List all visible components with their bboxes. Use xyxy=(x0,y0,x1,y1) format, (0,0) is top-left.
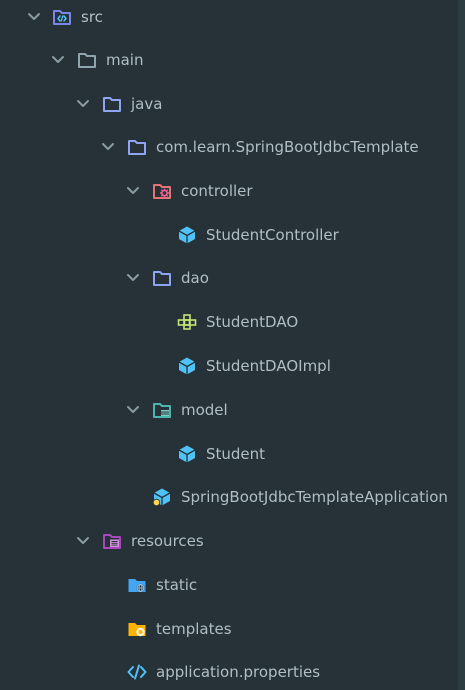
project-tree-panel: src main java com.learn.SpringBootJdbcTe… xyxy=(0,0,465,690)
folder-icon xyxy=(103,97,121,112)
chevron-down-icon[interactable] xyxy=(48,50,68,70)
tree-item-label: templates xyxy=(156,620,232,638)
folder-icon xyxy=(128,140,146,155)
source-folder-icon xyxy=(53,10,71,25)
tree-item-label: com.learn.SpringBootJdbcTemplate xyxy=(156,138,419,156)
tree-item-label: java xyxy=(131,95,163,113)
tree-item-label: StudentController xyxy=(206,226,339,244)
tree-item-label: dao xyxy=(181,269,209,287)
tree-item-label: SpringBootJdbcTemplateApplication xyxy=(181,488,448,506)
tree-item-resources[interactable]: resources xyxy=(0,526,458,556)
scrollbar[interactable] xyxy=(458,0,465,690)
tree-item-package[interactable]: com.learn.SpringBootJdbcTemplate xyxy=(0,132,458,162)
class-icon xyxy=(178,226,196,244)
interface-icon xyxy=(177,314,197,330)
chevron-down-icon[interactable] xyxy=(123,400,143,420)
tree-item-label: StudentDAOImpl xyxy=(206,357,331,375)
tree-item-student[interactable]: Student xyxy=(0,439,458,469)
tree-item-static[interactable]: static xyxy=(0,570,458,600)
tree-item-label: Student xyxy=(206,445,266,463)
controller-folder-icon xyxy=(153,184,171,199)
tree-item-templates[interactable]: templates xyxy=(0,614,458,644)
tree-item-label: StudentDAO xyxy=(206,313,299,331)
tree-item-controller[interactable]: controller xyxy=(0,176,458,206)
folder-icon xyxy=(153,271,171,286)
tree-item-label: src xyxy=(81,8,103,26)
class-icon xyxy=(178,357,196,375)
tree-item-label: main xyxy=(106,51,144,69)
tree-item-java[interactable]: java xyxy=(0,89,458,119)
tree-item-label: model xyxy=(181,401,228,419)
folder-icon xyxy=(78,53,96,68)
tree-item-student-dao-impl[interactable]: StudentDAOImpl xyxy=(0,351,458,381)
resources-folder-icon xyxy=(103,534,121,549)
tree-item-main[interactable]: main xyxy=(0,45,458,75)
chevron-down-icon[interactable] xyxy=(73,94,93,114)
tree-item-student-controller[interactable]: StudentController xyxy=(0,220,458,250)
tree-item-application-properties[interactable]: application.properties xyxy=(0,657,458,687)
chevron-down-icon[interactable] xyxy=(123,268,143,288)
tree-item-src[interactable]: src xyxy=(0,2,458,32)
chevron-down-icon[interactable] xyxy=(24,7,44,27)
tree-item-application[interactable]: SpringBootJdbcTemplateApplication xyxy=(0,482,458,512)
class-icon xyxy=(178,445,196,463)
code-file-icon xyxy=(127,664,147,680)
tree-item-student-dao[interactable]: StudentDAO xyxy=(0,307,458,337)
tree-item-label: static xyxy=(156,576,198,594)
chevron-down-icon[interactable] xyxy=(98,137,118,157)
tree-item-label: controller xyxy=(181,182,253,200)
model-folder-icon xyxy=(153,403,171,418)
tree-item-model[interactable]: model xyxy=(0,395,458,425)
spring-boot-class-icon xyxy=(152,488,171,507)
tree-item-dao[interactable]: dao xyxy=(0,263,458,293)
tree-item-label: application.properties xyxy=(156,663,321,681)
chevron-down-icon[interactable] xyxy=(123,181,143,201)
static-folder-icon xyxy=(128,579,146,593)
templates-folder-icon xyxy=(128,623,146,637)
chevron-down-icon[interactable] xyxy=(73,531,93,551)
tree-item-label: resources xyxy=(131,532,204,550)
